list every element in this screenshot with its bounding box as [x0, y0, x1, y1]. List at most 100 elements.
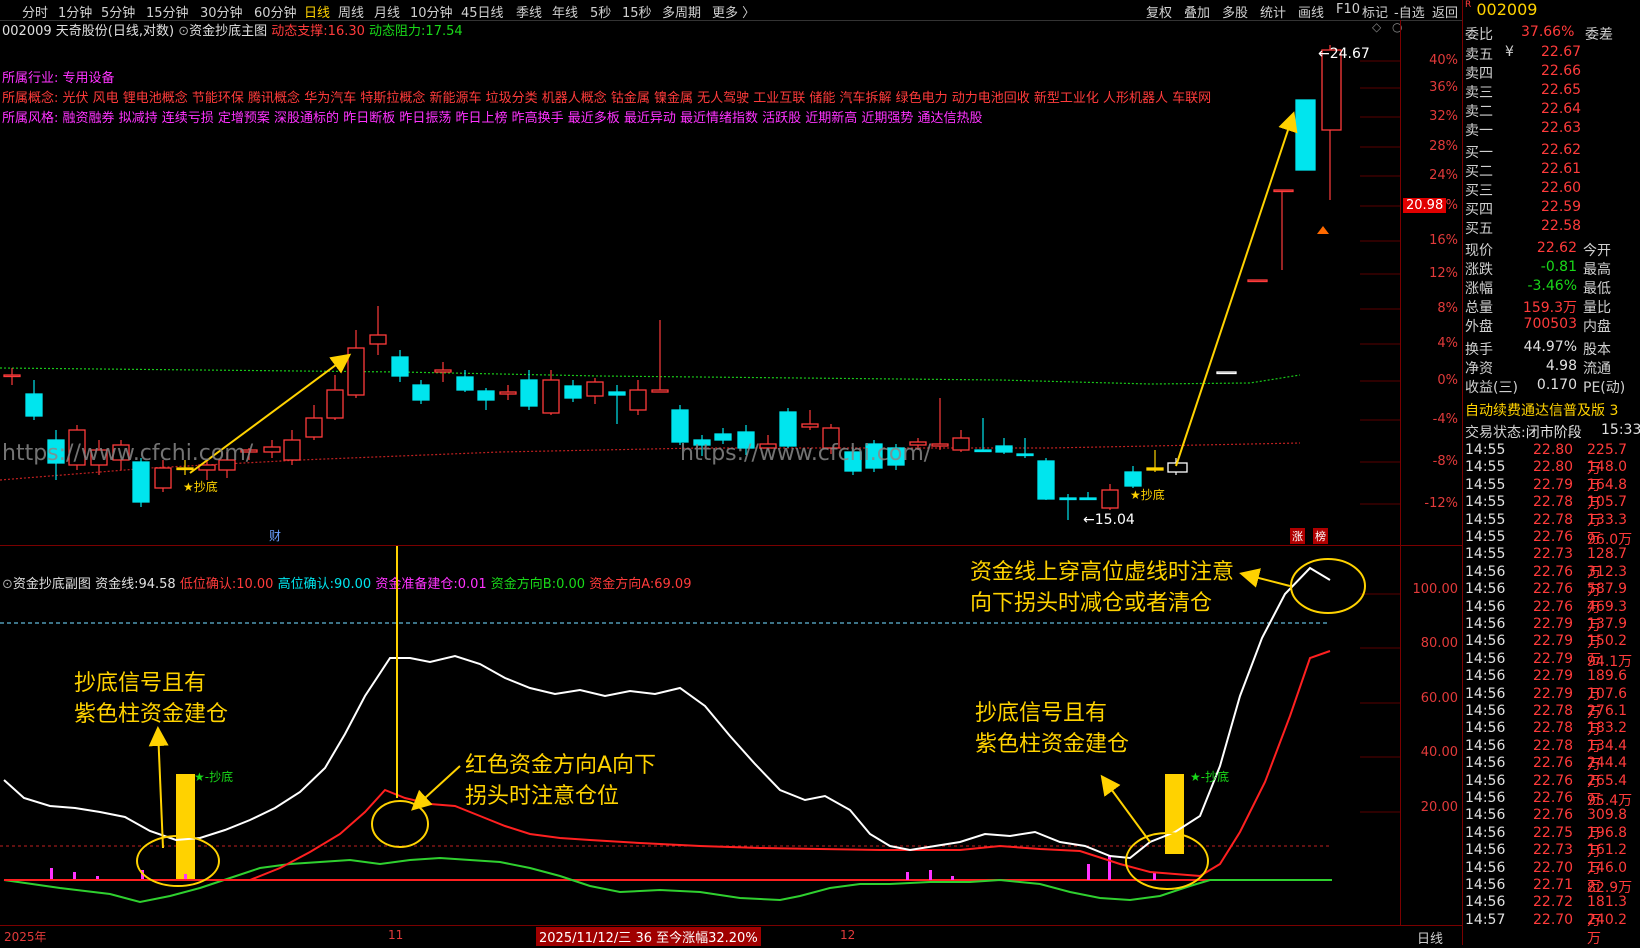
- trade-row: 14:57 22.70 240.2万: [1465, 911, 1640, 947]
- highlight-ellipse: [371, 800, 429, 848]
- trade-time: 14:55: [1465, 459, 1506, 476]
- ask-row[interactable]: 卖一 22.63: [1465, 120, 1639, 140]
- back-button[interactable]: 返回: [1432, 2, 1458, 21]
- candle-body: [1124, 471, 1142, 487]
- pct-tick: 4%: [1437, 336, 1458, 351]
- trade-time: 14:55: [1465, 494, 1506, 511]
- mark-button[interactable]: 标记: [1362, 2, 1388, 21]
- trade-row: 14:55 22.79 164.8万: [1465, 477, 1640, 512]
- renewal-notice[interactable]: 自动续费通达信普及版 3: [1465, 400, 1639, 420]
- bid-row[interactable]: 买一 22.62: [1465, 142, 1639, 162]
- ask-label: 卖五: [1465, 47, 1493, 63]
- tab-quarterly[interactable]: 季线: [516, 2, 542, 21]
- tab-10min[interactable]: 10分钟: [410, 2, 453, 21]
- candle-body: [1146, 467, 1164, 471]
- watchlist-button[interactable]: -自选: [1394, 2, 1425, 21]
- trade-row: 14:56 22.79 137.9万: [1465, 616, 1640, 651]
- overlay-button[interactable]: 叠加: [1184, 2, 1210, 21]
- stat-right-label: 股本: [1583, 342, 1611, 358]
- ask-mark: ¥: [1505, 44, 1514, 60]
- stat-label: 涨跌: [1465, 262, 1493, 278]
- candle-body: [176, 467, 194, 471]
- bottom-signal-label-2: ★抄底: [1130, 488, 1165, 502]
- trade-row: 14:55 22.80 225.7万: [1465, 442, 1640, 477]
- trade-price: 22.76: [1533, 790, 1574, 806]
- bid-row[interactable]: 买三 22.60: [1465, 180, 1639, 200]
- trade-status-row: 交易状态:闭市阶段 15:33: [1465, 422, 1640, 441]
- bid-label: 买五: [1465, 221, 1493, 237]
- trade-price: 22.72: [1533, 894, 1574, 911]
- trade-time: 14:57: [1465, 911, 1506, 928]
- tab-30min[interactable]: 30分钟: [200, 2, 243, 21]
- tab-daily[interactable]: 日线: [304, 2, 330, 21]
- trade-row: 14:56 22.78 183.2万: [1465, 720, 1640, 755]
- stat-value: 4.98: [1545, 358, 1577, 374]
- candle-body: [1295, 99, 1316, 171]
- candle-body: [931, 443, 949, 447]
- period-indicator[interactable]: 日线: [1417, 928, 1443, 947]
- time-year: 2025年: [4, 930, 47, 944]
- trade-price: 22.79: [1533, 616, 1574, 632]
- signal-bar: [176, 774, 195, 881]
- f10-button[interactable]: F10: [1336, 2, 1360, 17]
- trade-price: 22.76: [1533, 755, 1574, 772]
- highlight-ellipse: [1290, 558, 1366, 614]
- trade-price: 22.71: [1533, 877, 1574, 893]
- trade-time: 14:56: [1465, 685, 1506, 702]
- watermark-left: https://www.cfchi.com/: [2, 441, 254, 466]
- candle-body: [629, 389, 647, 411]
- tab-more[interactable]: 更多 〉: [712, 2, 755, 21]
- candle-body: [1037, 460, 1055, 500]
- trade-row: 14:56 22.76 265.4万: [1465, 773, 1640, 808]
- trade-row: 14:56 22.78 276.1万: [1465, 703, 1640, 738]
- candle-body: [651, 389, 669, 393]
- trade-time: 14:56: [1465, 824, 1506, 841]
- candlestick-chart[interactable]: https://www.cfchi.com/ https://www.cfchi…: [0, 20, 1400, 545]
- tab-45day[interactable]: 45日线: [461, 2, 504, 21]
- stat-row: 涨幅 -3.46% 最低: [1465, 278, 1639, 298]
- stat-right-label: 今开: [1583, 243, 1611, 259]
- candle-body: [305, 417, 323, 438]
- tab-yearly[interactable]: 年线: [552, 2, 578, 21]
- ask-label: 卖三: [1465, 85, 1493, 101]
- tab-monthly[interactable]: 月线: [374, 2, 400, 21]
- tab-15sec[interactable]: 15秒: [622, 2, 652, 21]
- candle-body: [714, 433, 732, 441]
- finance-mark[interactable]: 财: [269, 527, 281, 544]
- limit-up-mark[interactable]: 涨: [1290, 528, 1305, 544]
- stats-button[interactable]: 统计: [1260, 2, 1286, 21]
- tab-5sec[interactable]: 5秒: [590, 2, 611, 21]
- trade-price: 22.78: [1533, 703, 1574, 719]
- trade-row: 14:56 22.76 469.3万: [1465, 598, 1640, 634]
- tab-1min[interactable]: 1分钟: [58, 2, 92, 21]
- arrow-to-label-3: [1239, 568, 1291, 588]
- bid-price: 22.59: [1541, 199, 1582, 215]
- tab-fenshi[interactable]: 分时: [22, 2, 48, 21]
- quote-code: 002009: [1476, 0, 1538, 19]
- tab-5min[interactable]: 5分钟: [101, 2, 135, 21]
- tab-multi-period[interactable]: 多周期: [662, 2, 701, 21]
- ask-row[interactable]: 卖三 22.65: [1465, 82, 1639, 102]
- candle-body: [3, 374, 21, 378]
- multi-stock-button[interactable]: 多股: [1222, 2, 1248, 21]
- tab-60min[interactable]: 60分钟: [254, 2, 297, 21]
- ask-row[interactable]: 卖四 22.66: [1465, 63, 1639, 83]
- ask-row[interactable]: 卖二 22.64: [1465, 101, 1639, 121]
- trade-price: 22.76: [1533, 598, 1574, 615]
- fuquan-button[interactable]: 复权: [1146, 2, 1172, 21]
- bid-row[interactable]: 买四 22.59: [1465, 199, 1639, 219]
- ranking-mark[interactable]: 榜: [1313, 528, 1328, 544]
- tab-weekly[interactable]: 周线: [338, 2, 364, 21]
- tab-15min[interactable]: 15分钟: [146, 2, 189, 21]
- trade-price: 22.76: [1533, 563, 1574, 580]
- stat-right-label: 最高: [1583, 262, 1611, 278]
- price-marker: [1317, 226, 1329, 234]
- draw-button[interactable]: 画线: [1298, 2, 1324, 21]
- ask-row[interactable]: 卖五 ¥22.67: [1465, 44, 1639, 64]
- arrow-to-ellipse: [411, 765, 461, 811]
- bid-row[interactable]: 买二 22.61: [1465, 161, 1639, 181]
- stat-row: 收益(三) 0.170 PE(动): [1465, 377, 1639, 397]
- stat-label: 现价: [1465, 243, 1493, 259]
- trade-time: 14:56: [1465, 842, 1506, 859]
- bid-row[interactable]: 买五 22.58: [1465, 218, 1639, 238]
